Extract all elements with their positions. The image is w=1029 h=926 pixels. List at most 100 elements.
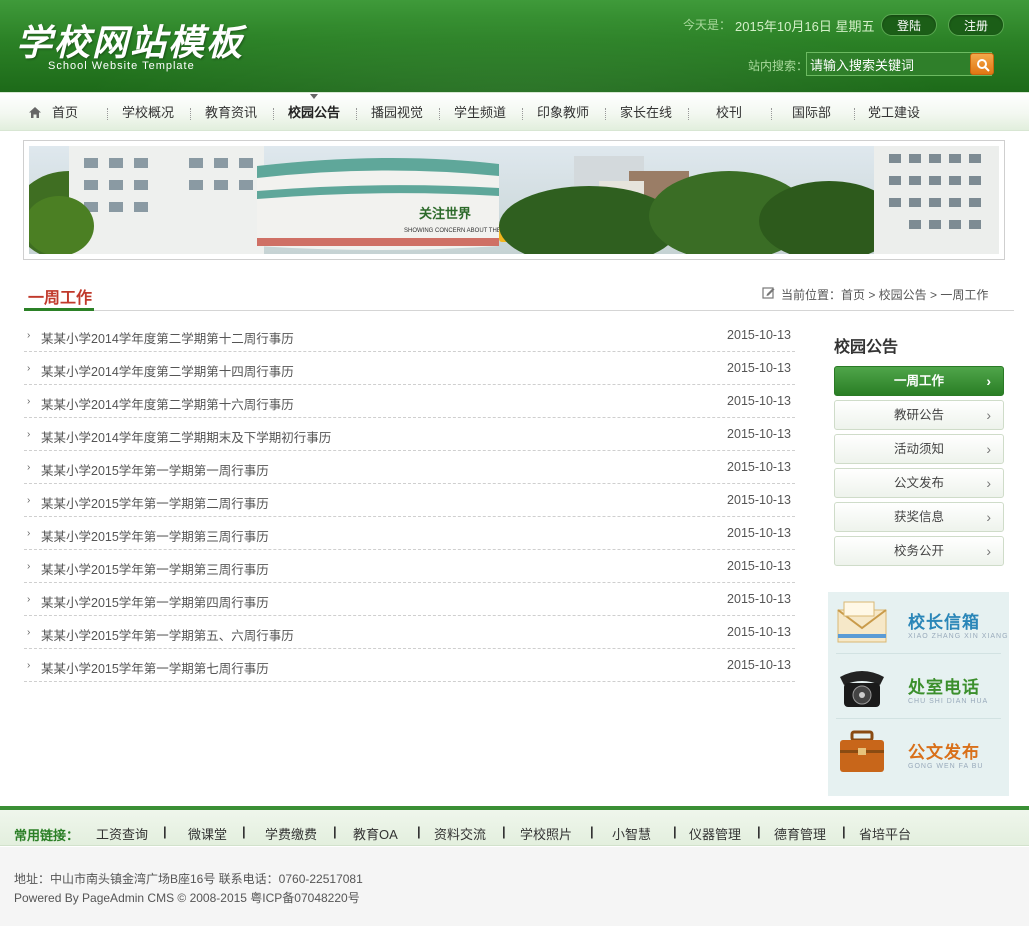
sidebar-item-label: 教研公告 bbox=[893, 408, 944, 422]
bullet-arrow-icon: › bbox=[27, 495, 31, 506]
news-title[interactable]: 某某小学2014学年度第二学期第十六周行事历 bbox=[41, 394, 294, 413]
nav-separator bbox=[190, 108, 191, 120]
news-title[interactable]: 某某小学2015学年第一学期第一周行事历 bbox=[41, 460, 269, 479]
news-row[interactable]: › 某某小学2014学年度第二学期第十六周行事历 2015-10-13 bbox=[24, 385, 795, 418]
site-logo-title[interactable]: 学校网站模板 bbox=[16, 14, 244, 66]
site-header: 学校网站模板 School Website Template 今天是： 2015… bbox=[0, 0, 1029, 92]
footer-link-moral-education[interactable]: 德育管理 bbox=[774, 824, 826, 843]
main-nav: 首页 学校概况 教育资讯 校园公告 播园视觉 学生频道 印象教师 家长在线 校刊… bbox=[0, 92, 1029, 131]
search-input[interactable] bbox=[806, 52, 992, 76]
promo-subtitle: GONG WEN FA BU bbox=[908, 763, 984, 770]
sidebar-item-school-affairs[interactable]: 校务公开 › bbox=[834, 536, 1004, 566]
news-row[interactable]: › 某某小学2015学年第一学期第四周行事历 2015-10-13 bbox=[24, 583, 795, 616]
nav-item-teachers[interactable]: 印象教师 bbox=[537, 93, 589, 131]
sidebar-item-label: 一周工作 bbox=[893, 374, 944, 388]
search-button[interactable] bbox=[970, 53, 994, 75]
nav-item-education-news[interactable]: 教育资讯 bbox=[205, 93, 257, 131]
news-row[interactable]: › 某某小学2015学年第一学期第一周行事历 2015-10-13 bbox=[24, 451, 795, 484]
date-value: 2015年10月16日 星期五 bbox=[735, 19, 875, 34]
news-date: 2015-10-13 bbox=[727, 592, 791, 606]
promo-principal-mailbox[interactable]: 校长信箱 XIAO ZHANG XIN XIANG bbox=[828, 592, 1009, 654]
chevron-right-icon: › bbox=[986, 543, 991, 559]
news-date: 2015-10-13 bbox=[727, 427, 791, 441]
section-title: 一周工作 bbox=[28, 290, 93, 307]
promo-document-release[interactable]: 公文发布 GONG WEN FA BU bbox=[828, 722, 1009, 784]
nav-item-school-overview[interactable]: 学校概况 bbox=[122, 93, 174, 131]
nav-item-home[interactable]: 首页 bbox=[52, 93, 78, 131]
footer-link-provincial-training[interactable]: 省培平台 bbox=[859, 824, 911, 843]
footer-link-separator: | bbox=[163, 824, 167, 839]
nav-separator bbox=[107, 108, 108, 120]
footer-links: 常用链接： 工资查询 | 微课堂 | 学费缴费 | 教育OA | 资料交流 | … bbox=[0, 810, 1029, 846]
nav-item-parents-online[interactable]: 家长在线 bbox=[620, 93, 672, 131]
news-title[interactable]: 某某小学2015学年第一学期第四周行事历 bbox=[41, 592, 269, 611]
nav-separator bbox=[273, 108, 274, 120]
nav-separator bbox=[688, 108, 689, 120]
promo-office-phone[interactable]: 处室电话 CHU SHI DIAN HUA bbox=[828, 657, 1009, 719]
sidebar-item-research-notice[interactable]: 教研公告 › bbox=[834, 400, 1004, 430]
nav-item-campus-visual[interactable]: 播园视觉 bbox=[371, 93, 423, 131]
footer-link-micro-class[interactable]: 微课堂 bbox=[188, 824, 227, 843]
promo-title: 公文发布 bbox=[908, 743, 980, 762]
register-button[interactable]: 注册 bbox=[948, 14, 1004, 36]
footer-link-instruments[interactable]: 仪器管理 bbox=[689, 824, 741, 843]
footer-link-education-oa[interactable]: 教育OA bbox=[353, 824, 398, 843]
news-row[interactable]: › 某某小学2015学年第一学期第三周行事历 2015-10-13 bbox=[24, 550, 795, 583]
nav-item-student-channel[interactable]: 学生频道 bbox=[454, 93, 506, 131]
sidebar-item-activity-notes[interactable]: 活动须知 › bbox=[834, 434, 1004, 464]
nav-item-school-journal[interactable]: 校刊 bbox=[716, 93, 742, 131]
news-row[interactable]: › 某某小学2015学年第一学期第五、六周行事历 2015-10-13 bbox=[24, 616, 795, 649]
home-icon bbox=[29, 107, 41, 118]
bullet-arrow-icon: › bbox=[27, 462, 31, 473]
bullet-arrow-icon: › bbox=[27, 561, 31, 572]
footer-link-tuition[interactable]: 学费缴费 bbox=[265, 824, 317, 843]
nav-item-party-building[interactable]: 党工建设 bbox=[868, 93, 920, 131]
bullet-arrow-icon: › bbox=[27, 594, 31, 605]
footer-link-separator: | bbox=[333, 824, 337, 839]
footer-link-salary[interactable]: 工资查询 bbox=[96, 824, 148, 843]
footer-info: 地址：中山市南头镇金湾广场B座16号 联系电话：0760-22517081 Po… bbox=[0, 847, 1029, 926]
bullet-arrow-icon: › bbox=[27, 429, 31, 440]
chevron-right-icon: › bbox=[986, 475, 991, 491]
footer-link-wisdom[interactable]: 小智慧 bbox=[612, 824, 651, 843]
sidebar-item-weekly-work[interactable]: 一周工作 › bbox=[834, 366, 1004, 396]
footer-link-separator: | bbox=[242, 824, 246, 839]
news-title[interactable]: 某某小学2014学年度第二学期期末及下学期初行事历 bbox=[41, 427, 331, 446]
news-title[interactable]: 某某小学2014学年度第二学期第十四周行事历 bbox=[41, 361, 294, 380]
sidebar-item-document-release[interactable]: 公文发布 › bbox=[834, 468, 1004, 498]
promo-subtitle: CHU SHI DIAN HUA bbox=[908, 698, 989, 705]
chevron-right-icon: › bbox=[986, 509, 991, 525]
breadcrumb: 当前位置：首页 > 校园公告 > 一周工作 bbox=[781, 288, 989, 302]
news-title[interactable]: 某某小学2015学年第一学期第二周行事历 bbox=[41, 493, 269, 512]
footer-links-label: 常用链接： bbox=[14, 828, 80, 843]
news-row[interactable]: › 某某小学2014学年度第二学期第十二周行事历 2015-10-13 bbox=[24, 319, 795, 352]
search-label: 站内搜索： bbox=[748, 59, 809, 73]
footer-link-materials[interactable]: 资料交流 bbox=[434, 824, 486, 843]
nav-separator bbox=[854, 108, 855, 120]
news-date: 2015-10-13 bbox=[727, 559, 791, 573]
login-button[interactable]: 登陆 bbox=[881, 14, 937, 36]
news-title[interactable]: 某某小学2015学年第一学期第五、六周行事历 bbox=[41, 625, 294, 644]
telephone-icon bbox=[840, 671, 884, 707]
news-title[interactable]: 某某小学2015学年第一学期第三周行事历 bbox=[41, 526, 269, 545]
news-title[interactable]: 某某小学2014学年度第二学期第十二周行事历 bbox=[41, 328, 294, 347]
news-title[interactable]: 某某小学2015学年第一学期第三周行事历 bbox=[41, 559, 269, 578]
nav-separator bbox=[522, 108, 523, 120]
nav-item-international[interactable]: 国际部 bbox=[792, 93, 831, 131]
news-row[interactable]: › 某某小学2014学年度第二学期第十四周行事历 2015-10-13 bbox=[24, 352, 795, 385]
news-title[interactable]: 某某小学2015学年第一学期第七周行事历 bbox=[41, 658, 269, 677]
bullet-arrow-icon: › bbox=[27, 330, 31, 341]
nav-item-campus-notice[interactable]: 校园公告 bbox=[288, 93, 340, 131]
footer-link-school-photos[interactable]: 学校照片 bbox=[520, 824, 572, 843]
bullet-arrow-icon: › bbox=[27, 396, 31, 407]
news-row[interactable]: › 某某小学2015学年第一学期第二周行事历 2015-10-13 bbox=[24, 484, 795, 517]
nav-separator bbox=[439, 108, 440, 120]
footer-link-separator: | bbox=[673, 824, 677, 839]
news-row[interactable]: › 某某小学2015学年第一学期第三周行事历 2015-10-13 bbox=[24, 517, 795, 550]
site-logo-subtitle: School Website Template bbox=[48, 60, 195, 72]
news-row[interactable]: › 某某小学2015学年第一学期第七周行事历 2015-10-13 bbox=[24, 649, 795, 682]
footer-link-separator: | bbox=[757, 824, 761, 839]
news-row[interactable]: › 某某小学2014学年度第二学期期末及下学期初行事历 2015-10-13 bbox=[24, 418, 795, 451]
news-date: 2015-10-13 bbox=[727, 658, 791, 672]
sidebar-item-awards[interactable]: 获奖信息 › bbox=[834, 502, 1004, 532]
